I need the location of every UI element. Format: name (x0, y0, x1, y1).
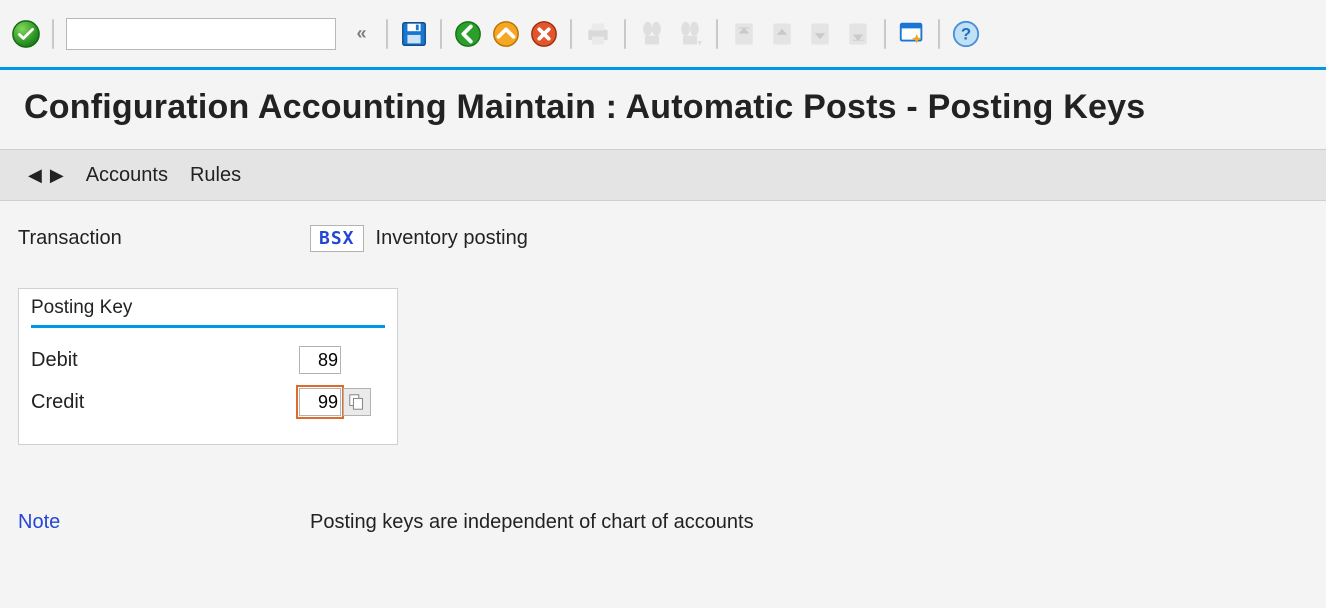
find-button (636, 18, 668, 50)
system-toolbar: « (0, 0, 1326, 70)
next-entry-button[interactable]: ▶ (50, 165, 64, 186)
credit-input[interactable] (299, 388, 341, 416)
separator (440, 19, 442, 49)
credit-label: Credit (31, 391, 299, 414)
separator (570, 19, 572, 49)
exit-icon (491, 19, 521, 49)
debit-input[interactable] (299, 346, 341, 374)
back-button[interactable] (452, 18, 484, 50)
first-page-icon (730, 20, 758, 48)
accounts-button[interactable]: Accounts (86, 164, 168, 187)
collapse-command-field-icon: « (356, 23, 363, 44)
posting-key-group-title: Posting Key (31, 297, 385, 328)
new-session-button[interactable] (896, 18, 928, 50)
application-toolbar: ◀ ▶ Accounts Rules (0, 149, 1326, 201)
separator (624, 19, 626, 49)
note-row: Note Posting keys are independent of cha… (18, 511, 1308, 534)
print-button (582, 18, 614, 50)
credit-row: Credit (31, 384, 385, 420)
note-text: Posting keys are independent of chart of… (310, 511, 754, 534)
cancel-icon (529, 19, 559, 49)
exit-button[interactable] (490, 18, 522, 50)
save-icon (399, 19, 429, 49)
last-page-icon (844, 20, 872, 48)
previous-entry-button[interactable]: ◀ (28, 165, 42, 186)
help-icon: ? (951, 19, 981, 49)
rules-button[interactable]: Rules (190, 164, 241, 187)
debit-label: Debit (31, 349, 299, 372)
separator (938, 19, 940, 49)
find-next-icon (676, 20, 704, 48)
content-area: Transaction BSX Inventory posting Postin… (0, 201, 1326, 534)
back-icon (453, 19, 483, 49)
previous-page-button (766, 18, 798, 50)
credit-search-help-button[interactable] (343, 388, 371, 416)
create-session-icon (897, 19, 927, 49)
transaction-description: Inventory posting (376, 227, 528, 250)
previous-page-icon (768, 20, 796, 48)
transaction-label: Transaction (18, 227, 310, 250)
search-help-icon (348, 393, 366, 411)
separator (386, 19, 388, 49)
save-button[interactable] (398, 18, 430, 50)
transaction-row: Transaction BSX Inventory posting (18, 225, 1308, 252)
find-next-button (674, 18, 706, 50)
first-page-button (728, 18, 760, 50)
note-label: Note (18, 511, 310, 534)
help-button[interactable]: ? (950, 18, 982, 50)
command-field[interactable] (66, 18, 336, 50)
separator (884, 19, 886, 49)
next-page-icon (806, 20, 834, 48)
next-page-button (804, 18, 836, 50)
page-title: Configuration Accounting Maintain : Auto… (0, 70, 1326, 149)
transaction-code: BSX (310, 225, 364, 252)
last-page-button (842, 18, 874, 50)
separator (52, 19, 54, 49)
collapse-command-button[interactable]: « (344, 18, 376, 50)
cancel-button[interactable] (528, 18, 560, 50)
separator (716, 19, 718, 49)
enter-ok-icon (11, 19, 41, 49)
svg-text:?: ? (961, 24, 971, 43)
posting-key-group: Posting Key Debit Credit (18, 288, 398, 445)
find-icon (638, 20, 666, 48)
print-icon (584, 20, 612, 48)
debit-row: Debit (31, 342, 385, 378)
enter-button[interactable] (10, 18, 42, 50)
